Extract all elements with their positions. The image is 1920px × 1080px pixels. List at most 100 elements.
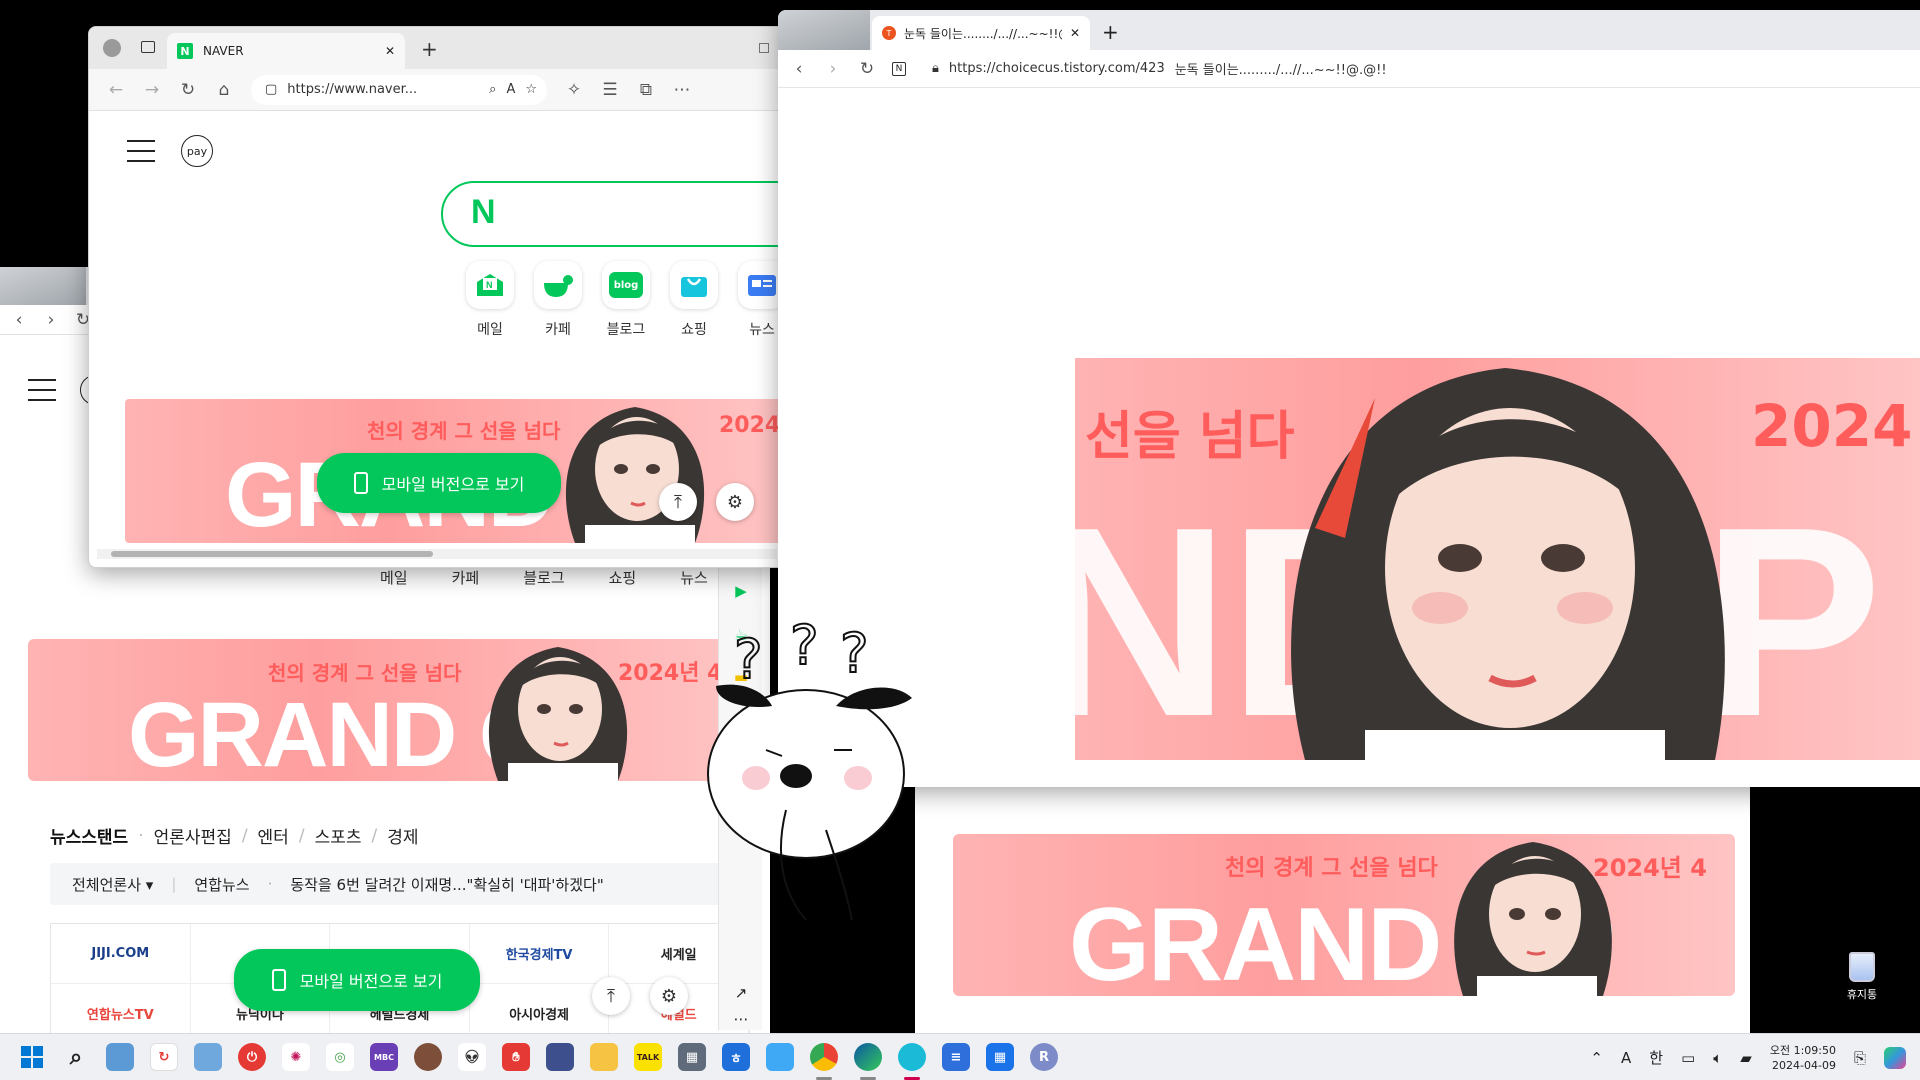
back-icon[interactable]: ‹ (10, 310, 28, 330)
scrollbar-thumb[interactable] (111, 551, 433, 557)
notepad-icon[interactable]: ≡ (942, 1043, 970, 1071)
horizontal-scrollbar[interactable] (97, 549, 777, 559)
alien-app-icon[interactable]: 👽︎ (458, 1043, 486, 1071)
timer-app-icon[interactable]: ◎ (326, 1043, 354, 1071)
new-tab-icon[interactable]: + (1102, 20, 1119, 44)
read-aloud-icon[interactable]: A (506, 82, 515, 97)
mobile-version-button[interactable]: 모바일 버전으로 보기 (234, 949, 480, 1011)
start-windows-icon[interactable] (18, 1043, 46, 1071)
service-label[interactable]: 블로그 (523, 567, 564, 588)
tab-press-edit[interactable]: 언론사편집 (154, 823, 232, 848)
profile-icon[interactable] (103, 39, 121, 57)
naver-whale-icon[interactable]: N (892, 61, 906, 76)
calculator-icon[interactable]: ▦ (678, 1043, 706, 1071)
service-label[interactable]: 메일 (380, 567, 408, 588)
press-logo[interactable]: 연합뉴스TV (51, 984, 191, 1033)
forward-icon[interactable]: › (42, 310, 60, 330)
network-icon[interactable]: ▭ (1681, 1049, 1695, 1067)
show-hidden-icons[interactable]: ⌃ (1590, 1049, 1603, 1067)
scroll-top-button[interactable]: ⤒ (592, 977, 630, 1015)
headline-link[interactable]: 동작을 6번 달려간 이재명..."확실히 '대파'하겠다" (290, 874, 603, 895)
grand-open-banner[interactable]: 천의 경계 그 선을 넘다 2024년 4 GRAND OP (28, 639, 750, 781)
site-info-icon[interactable]: ▢ (265, 82, 277, 97)
more-icon[interactable]: ⋯ (731, 1010, 751, 1030)
press-logo[interactable]: 아시아경제 (470, 984, 610, 1033)
extensions-icon[interactable]: ✧ (565, 80, 583, 100)
character-app-icon[interactable] (414, 1043, 442, 1071)
ime-mode-indicator[interactable]: A (1621, 1049, 1631, 1067)
scroll-top-button[interactable]: ⤒ (659, 483, 697, 521)
tab-newsstand[interactable]: 뉴스스탠드 (50, 823, 128, 848)
external-link-icon[interactable]: ↗ (731, 984, 751, 1004)
recycle-bin[interactable]: 휴지통 (1838, 952, 1886, 1002)
tab-sports[interactable]: 스포츠 (315, 823, 362, 848)
press-logo[interactable]: 한국경제TV (469, 924, 610, 984)
reload-icon[interactable]: ↻ (858, 59, 876, 79)
mbc-radio-icon[interactable]: MBC (370, 1043, 398, 1071)
kakaotalk-icon[interactable]: TALK (634, 1043, 662, 1071)
search-icon[interactable]: ⌕ (62, 1043, 90, 1071)
press-logo[interactable]: JIJI.COM (51, 924, 191, 984)
mobile-version-button[interactable]: 모바일 버전으로 보기 (317, 453, 561, 513)
ime-language-indicator[interactable]: 한 (1649, 1047, 1663, 1068)
pay-button[interactable]: pay (181, 135, 213, 167)
gallery-app-icon[interactable] (106, 1043, 134, 1071)
press-selector[interactable]: 전체언론사 ▾ (72, 874, 153, 895)
favorites-icon[interactable]: ☰ (601, 80, 619, 100)
forward-icon[interactable]: › (824, 59, 842, 79)
volume-icon[interactable]: 🔈︎ (1713, 1049, 1722, 1067)
clock[interactable]: 오전 1:09:50 2024-04-09 (1770, 1043, 1836, 1073)
whale-browser-icon[interactable] (898, 1043, 926, 1071)
service-mail[interactable]: N 메일 (466, 261, 514, 339)
service-shopping[interactable]: 쇼핑 (670, 261, 718, 339)
menu-more-icon[interactable]: ⋯ (673, 80, 691, 100)
settings-gear-button[interactable]: ⚙ (650, 977, 688, 1015)
back-icon[interactable]: ‹ (790, 59, 808, 79)
tab-tistory[interactable]: T 눈독 들이는......../...//...~~!!@ ✕ (872, 16, 1090, 50)
hand-app-icon[interactable]: ✋︎ (502, 1043, 530, 1071)
grand-open-banner[interactable]: 천의 경계 그 선을 넘다 2024년 4 GRAND OP (953, 834, 1735, 996)
puzzle-app-icon[interactable] (766, 1043, 794, 1071)
monitor-app-icon[interactable] (546, 1043, 574, 1071)
url-field[interactable]: 🔒︎ https://choicecus.tistory.com/423 눈독 … (932, 59, 1387, 78)
back-icon[interactable]: ← (107, 80, 125, 100)
new-tab-icon[interactable]: + (421, 37, 438, 61)
tab-economy[interactable]: 경제 (387, 823, 418, 848)
settings-gear-button[interactable]: ⚙ (716, 483, 754, 521)
atom-app-icon[interactable]: ✺ (282, 1043, 310, 1071)
grand-open-banner-zoomed[interactable]: 선을 넘다 2024! ND OP (1075, 358, 1920, 760)
naver-browser-window[interactable]: N NAVER ✕ + ← → ↻ ⌂ ▢ https://www.naver.… (88, 26, 788, 568)
hamburger-menu-icon[interactable] (28, 379, 56, 401)
close-tab-icon[interactable]: ✕ (385, 44, 395, 58)
edge-icon[interactable] (854, 1043, 882, 1071)
power-app-icon[interactable]: ⏻ (238, 1043, 266, 1071)
r-app-icon[interactable]: R (1030, 1043, 1058, 1071)
tab-entertainment[interactable]: 엔터 (258, 823, 289, 848)
home-icon[interactable]: ⌂ (215, 80, 233, 100)
favorite-star-icon[interactable]: ☆ (525, 82, 537, 97)
reload-icon[interactable]: ↻ (179, 80, 197, 100)
headline-source[interactable]: 연합뉴스 (194, 874, 249, 895)
sync-app-icon[interactable]: ↻ (150, 1043, 178, 1071)
copilot-icon[interactable] (1884, 1046, 1906, 1069)
photo-app-icon[interactable] (194, 1043, 222, 1071)
url-field[interactable]: ▢ https://www.naver... ⌕ A ☆ (251, 74, 547, 105)
notifications-icon[interactable]: ⎘ (1854, 1049, 1866, 1067)
play-icon[interactable]: ▶ (731, 582, 751, 602)
service-label[interactable]: 뉴스 (680, 567, 708, 588)
file-explorer-icon[interactable] (590, 1043, 618, 1071)
tab-naver[interactable]: N NAVER ✕ (167, 33, 405, 69)
chrome-icon[interactable] (810, 1043, 838, 1071)
forward-icon[interactable]: → (143, 80, 161, 100)
tistory-browser-window[interactable]: T 눈독 들이는......../...//...~~!!@ ✕ + ‹ › ↻… (778, 10, 1920, 787)
service-label[interactable]: 카페 (452, 567, 480, 588)
minimize-icon[interactable] (759, 43, 769, 53)
screenshot-icon[interactable]: ⧉ (637, 80, 655, 100)
service-blog[interactable]: blog 블로그 (602, 261, 650, 339)
tab-actions-icon[interactable] (141, 41, 155, 53)
calendar-icon[interactable]: ▦ (986, 1043, 1014, 1071)
search-input[interactable]: N (441, 181, 787, 247)
battery-icon[interactable]: ▰ (1740, 1049, 1752, 1067)
hangul-app-icon[interactable]: ㅎ (722, 1043, 750, 1071)
zoom-icon[interactable]: ⌕ (489, 82, 496, 97)
